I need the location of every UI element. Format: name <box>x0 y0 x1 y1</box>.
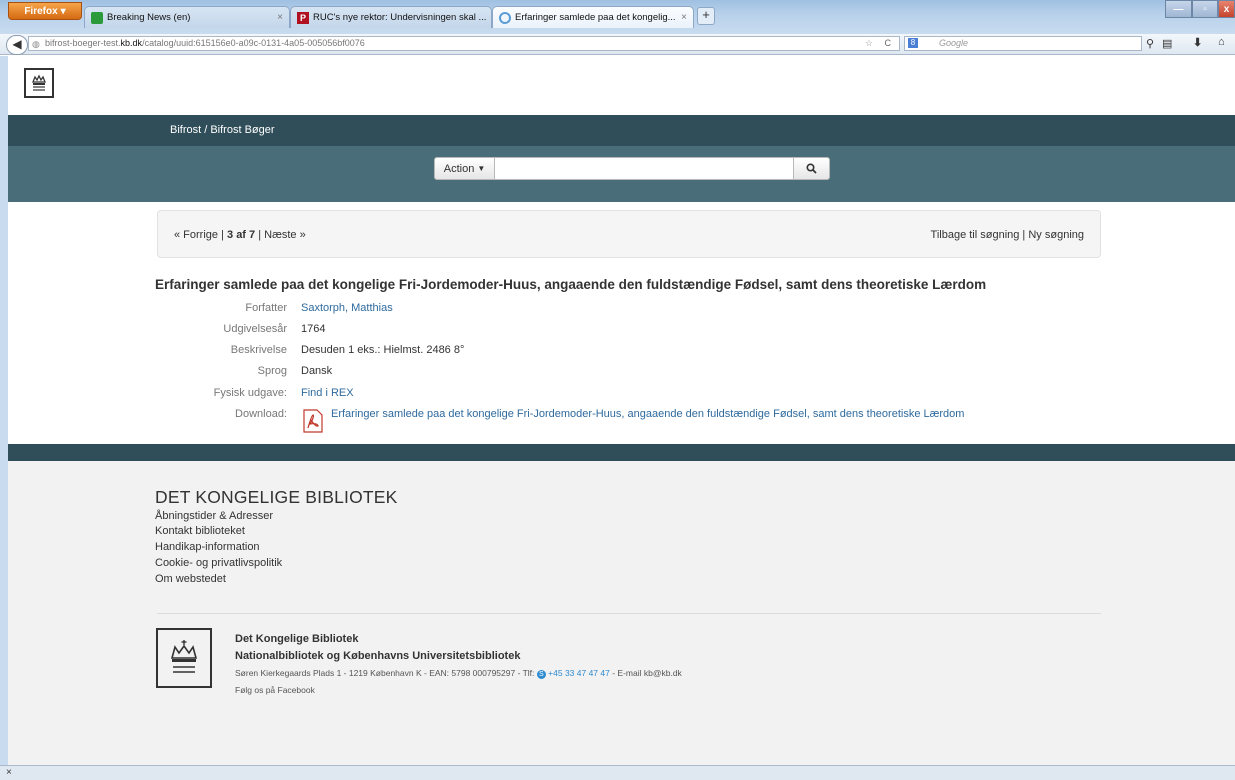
tab-ruc[interactable]: P RUC's nye rektor: Undervisningen skal … <box>290 6 492 28</box>
close-icon[interactable]: × <box>6 767 12 778</box>
email-text[interactable]: - E-mail kb@kb.dk <box>612 668 682 678</box>
politiken-favicon-icon: P <box>297 11 309 24</box>
minimize-button[interactable]: — <box>1165 0 1192 18</box>
chevron-down-icon: ▾ <box>60 5 66 17</box>
tab-breaking-news[interactable]: Breaking News (en) × <box>84 6 290 28</box>
field-label-physical: Fysisk udgave: <box>213 387 287 399</box>
field-label-year: Udgivelsesår <box>223 323 287 335</box>
footer-link-about[interactable]: Om webstedet <box>155 573 226 585</box>
field-label-language: Sprog <box>257 365 287 377</box>
field-label-download: Download: <box>235 408 287 420</box>
search-icon <box>806 163 817 174</box>
tab-erfaringer[interactable]: Erfaringer samlede paa det kongelig... × <box>492 6 694 28</box>
search-links: Tilbage til søgning | Ny søgning <box>930 229 1084 241</box>
footer-link-privacy[interactable]: Cookie- og privatlivspolitik <box>155 557 282 569</box>
next-link[interactable]: Næste » <box>264 229 306 241</box>
field-value-language: Dansk <box>301 365 333 377</box>
kb-logo[interactable] <box>24 68 54 98</box>
crown-icon <box>170 640 198 673</box>
new-search-link[interactable]: Ny søgning <box>1028 229 1084 241</box>
action-dropdown-button[interactable]: Action ▼ <box>434 157 495 180</box>
search-icon[interactable]: ⚲ <box>1146 37 1154 50</box>
url-bar[interactable]: ◍ bifrost-boeger-test.kb.dk/catalog/uuid… <box>28 36 900 51</box>
close-window-button[interactable]: x <box>1218 0 1235 18</box>
star-icon[interactable]: ☆ <box>865 37 873 50</box>
pdf-icon[interactable] <box>302 409 324 433</box>
field-value-author[interactable]: Saxtorph, Matthias <box>301 302 393 314</box>
footer-divider <box>157 613 1101 614</box>
loading-favicon-icon <box>499 11 511 24</box>
crown-icon <box>32 74 46 91</box>
field-value-year: 1764 <box>301 323 326 335</box>
search-button[interactable] <box>793 157 830 180</box>
back-button[interactable]: ◀ <box>6 35 28 55</box>
new-tab-button[interactable]: + <box>697 7 715 25</box>
pager-panel: « Forrige | 3 af 7 | Næste » Tilbage til… <box>157 210 1101 258</box>
news-favicon-icon <box>91 11 103 24</box>
download-icon[interactable]: ⬇ <box>1193 36 1202 49</box>
phone-link[interactable]: +45 33 47 47 47 <box>548 668 610 678</box>
status-bar: × <box>0 765 1235 780</box>
field-label-author: Forfatter <box>245 302 287 314</box>
find-in-rex-link[interactable]: Find i REX <box>301 387 354 399</box>
pager-position: 3 af 7 <box>227 229 256 241</box>
close-icon[interactable]: × <box>681 12 687 23</box>
breadcrumb[interactable]: Bifrost / Bifrost Bøger <box>170 124 275 136</box>
footer-contact-line: Søren Kierkegaards Plads 1 - 1219 Københ… <box>235 668 682 679</box>
footer-heading: DET KONGELIGE BIBLIOTEK <box>155 487 398 507</box>
footer-link-accessibility[interactable]: Handikap-information <box>155 541 260 553</box>
caret-down-icon: ▼ <box>477 164 486 173</box>
reload-icon[interactable]: C <box>885 37 892 50</box>
pager-nav: « Forrige | 3 af 7 | Næste » <box>174 229 306 241</box>
google-icon: 8 <box>908 38 918 48</box>
footer-org-name: Det Kongelige Bibliotek <box>235 633 359 645</box>
maximize-button[interactable]: ▫ <box>1192 0 1218 18</box>
field-label-description: Beskrivelse <box>230 344 287 356</box>
bookmarks-menu-icon[interactable]: ▤ <box>1162 37 1176 50</box>
globe-icon: ◍ <box>32 39 40 49</box>
facebook-link[interactable]: Følg os på Facebook <box>235 685 315 695</box>
footer-kb-logo <box>156 628 212 688</box>
download-link[interactable]: Erfaringer samlede paa det kongelige Fri… <box>331 408 964 420</box>
footer-band <box>8 444 1235 461</box>
back-to-search-link[interactable]: Tilbage til søgning <box>931 229 1020 241</box>
close-icon[interactable]: × <box>277 12 283 23</box>
window-left-border <box>0 56 8 765</box>
catalog-search-input[interactable] <box>495 157 793 180</box>
skype-icon: S <box>536 670 546 679</box>
footer-link-hours[interactable]: Åbningstider & Adresser <box>155 510 273 522</box>
browser-search-input[interactable]: 8 Google <box>904 36 1142 51</box>
footer-link-contact[interactable]: Kontakt biblioteket <box>155 525 245 537</box>
prev-link[interactable]: « Forrige <box>174 229 218 241</box>
arrow-left-icon: ◀ <box>12 37 22 51</box>
field-value-description: Desuden 1 eks.: Hielmst. 2486 8° <box>301 344 465 356</box>
home-icon[interactable]: ⌂ <box>1218 36 1225 48</box>
firefox-menu-button[interactable]: Firefox ▾ <box>8 2 82 20</box>
footer-org-subtitle: Nationalbibliotek og Københavns Universi… <box>235 650 521 662</box>
record-title: Erfaringer samlede paa det kongelige Fri… <box>155 277 987 292</box>
